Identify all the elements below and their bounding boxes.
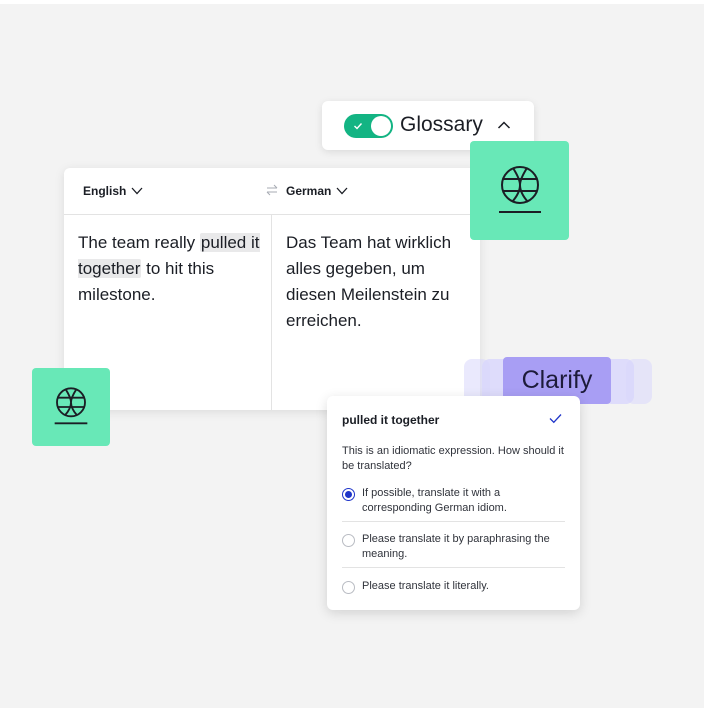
option-divider — [342, 567, 565, 568]
glossary-label: Glossary — [400, 113, 483, 136]
globe-icon — [498, 165, 541, 213]
source-text-before: The team really — [78, 233, 200, 252]
option-divider — [342, 521, 565, 522]
radio-button[interactable] — [342, 581, 355, 594]
clarify-ghost-right-outer — [626, 359, 652, 404]
glossary-toggle[interactable] — [344, 114, 393, 138]
option-label: Please translate it by paraphrasing the … — [362, 533, 550, 560]
option-label: Please translate it literally. — [362, 580, 489, 592]
globe-tile-small — [32, 368, 110, 446]
globe-icon — [54, 387, 88, 425]
swap-arrows-icon[interactable] — [265, 183, 279, 197]
source-language-label: English — [83, 184, 127, 198]
clarify-popup: pulled it together This is an idiomatic … — [327, 396, 580, 610]
clarify-phrase: pulled it together — [342, 413, 440, 427]
source-language-select[interactable]: English — [83, 184, 143, 198]
chevron-down-icon — [336, 187, 348, 195]
column-divider — [271, 214, 272, 410]
chevron-up-icon[interactable] — [497, 120, 511, 130]
target-text-area[interactable]: Das Team hat wirklich alles gegeben, um … — [286, 230, 472, 334]
globe-tile-large — [470, 141, 569, 240]
check-icon[interactable] — [549, 413, 562, 424]
source-text-area[interactable]: The team really pulled it together to hi… — [78, 230, 264, 308]
radio-button[interactable] — [342, 534, 355, 547]
language-bar: English German — [64, 168, 480, 215]
chevron-down-icon — [131, 187, 143, 195]
radio-button-selected[interactable] — [342, 488, 355, 501]
option-label: If possible, translate it with a corresp… — [362, 487, 507, 514]
check-icon — [354, 123, 363, 130]
translator-card: English German The team really pulled it… — [64, 168, 480, 410]
clarify-question: This is an idiomatic expression. How sho… — [342, 445, 564, 472]
top-edge — [0, 0, 704, 4]
toggle-knob — [371, 116, 391, 136]
target-language-label: German — [286, 184, 332, 198]
target-language-select[interactable]: German — [286, 184, 348, 198]
